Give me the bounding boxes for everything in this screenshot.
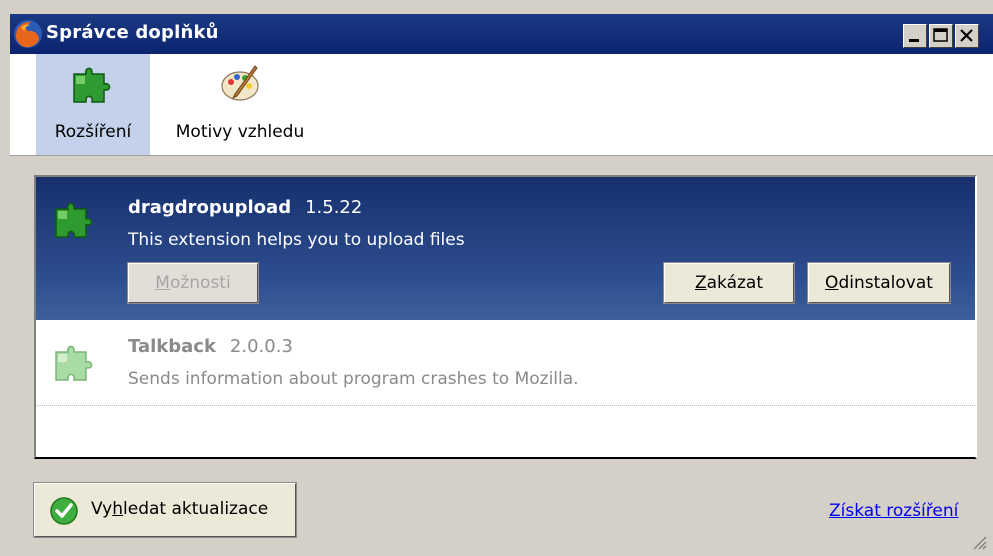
extension-puzzle-icon [55, 345, 93, 381]
extension-name-text: Talkback [128, 336, 216, 357]
disable-button-label: akázat [706, 273, 764, 293]
extension-version: 2.0.0.3 [229, 336, 293, 357]
disable-button-key: Z [694, 273, 707, 293]
extension-name-text: dragdropupload [128, 197, 292, 218]
extension-name: Talkback 2.0.0.3 [128, 336, 293, 357]
resize-grip-icon[interactable] [971, 534, 987, 550]
tab-themes-label: Motivy vzhledu [175, 122, 305, 142]
extension-puzzle-icon [55, 202, 93, 238]
addons-manager-window: Správce doplňků Rozšíření Motivy vzhledu… [0, 0, 993, 556]
find-updates-label: Vyhledat aktualizace [91, 499, 268, 519]
disable-button[interactable]: Zakázat [663, 262, 795, 304]
minimize-icon [909, 39, 919, 42]
uninstall-button-key: O [825, 273, 839, 293]
maximize-button[interactable] [929, 24, 953, 48]
extensions-list[interactable]: dragdropupload 1.5.22 This extension help… [34, 175, 977, 459]
close-button[interactable] [955, 24, 979, 48]
list-item-talkback[interactable]: Talkback 2.0.0.3 Sends information about … [36, 320, 975, 406]
extension-description: This extension helps you to upload files [128, 230, 465, 250]
find-updates-label-pre: Vy [91, 499, 113, 519]
firefox-icon [14, 20, 42, 48]
checkmark-icon [50, 497, 78, 525]
maximize-icon [933, 28, 948, 42]
theme-palette-icon [221, 65, 259, 101]
extension-puzzle-icon [73, 67, 111, 103]
window-title: Správce doplňků [46, 22, 219, 43]
options-button-label: ožnosti [169, 273, 231, 293]
find-updates-label-post: ledat aktualizace [123, 499, 269, 519]
tab-themes[interactable]: Motivy vzhledu [160, 54, 320, 155]
find-updates-button[interactable]: Vyhledat aktualizace [33, 482, 297, 538]
find-updates-label-key: h [112, 499, 124, 519]
close-icon [960, 29, 973, 42]
extension-name: dragdropupload 1.5.22 [128, 197, 362, 218]
title-bar[interactable]: Správce doplňků [10, 14, 993, 54]
uninstall-button[interactable]: Odinstalovat [807, 262, 951, 304]
options-button[interactable]: Možnosti [127, 262, 259, 304]
tab-extensions[interactable]: Rozšíření [36, 54, 150, 155]
options-button-key: M [155, 273, 170, 293]
extension-version: 1.5.22 [305, 197, 363, 218]
minimize-button[interactable] [903, 24, 927, 48]
extension-description: Sends information about program crashes … [128, 369, 579, 389]
uninstall-button-label: dinstalovat [838, 273, 933, 293]
tab-extensions-label: Rozšíření [54, 122, 132, 142]
list-item-dragdropupload[interactable]: dragdropupload 1.5.22 This extension help… [36, 177, 975, 320]
get-extensions-link[interactable]: Získat rozšíření [829, 501, 958, 521]
toolbar: Rozšíření Motivy vzhledu [10, 54, 993, 156]
